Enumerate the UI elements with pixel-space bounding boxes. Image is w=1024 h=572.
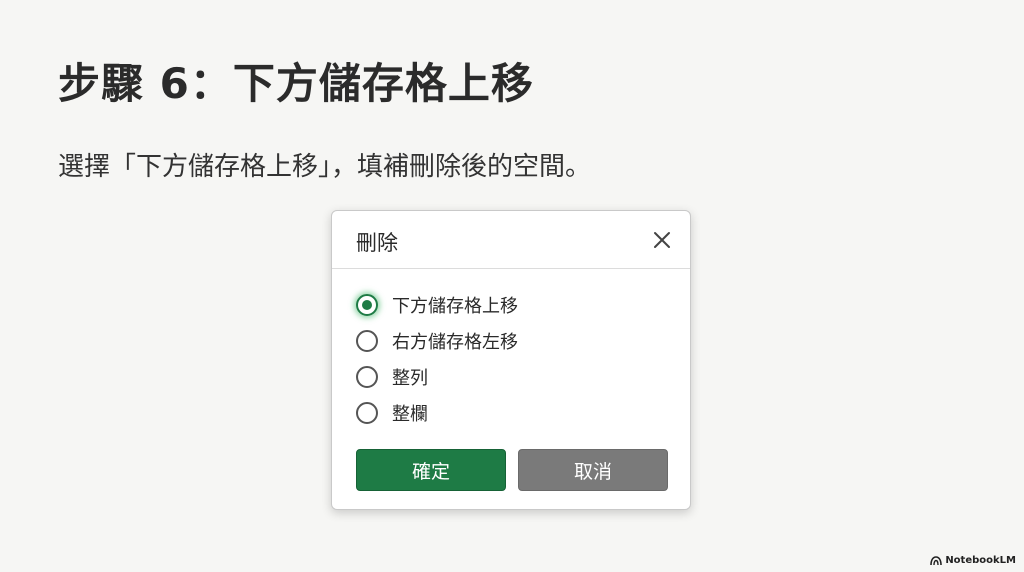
option-label: 下方儲存格上移: [392, 296, 518, 317]
radio-entire-row[interactable]: [356, 366, 378, 388]
cancel-button[interactable]: 取消: [518, 449, 668, 491]
option-label: 右方儲存格左移: [392, 332, 518, 353]
slide-body-text: 選擇「下方儲存格上移」，填補刪除後的空間。: [58, 152, 592, 182]
radio-shift-cells-up[interactable]: [356, 294, 378, 316]
option-shift-cells-left[interactable]: 右方儲存格左移: [356, 323, 518, 359]
option-label: 整欄: [392, 404, 428, 425]
radio-entire-column[interactable]: [356, 402, 378, 424]
delete-dialog: 刪除 下方儲存格上移 右方儲存格左移 整列 整欄 確定 取消: [331, 210, 691, 510]
watermark-text: NotebookLM: [945, 555, 1016, 566]
close-icon[interactable]: [650, 228, 674, 252]
dialog-title: 刪除: [356, 231, 398, 255]
radio-shift-cells-left[interactable]: [356, 330, 378, 352]
option-entire-column[interactable]: 整欄: [356, 395, 518, 431]
option-label: 整列: [392, 368, 428, 389]
option-entire-row[interactable]: 整列: [356, 359, 518, 395]
delete-options-group: 下方儲存格上移 右方儲存格左移 整列 整欄: [356, 287, 518, 431]
dialog-header: 刪除: [332, 211, 690, 269]
notebooklm-watermark: NotebookLM: [930, 555, 1016, 566]
ok-button[interactable]: 確定: [356, 449, 506, 491]
notebooklm-logo-icon: [930, 555, 943, 565]
slide-title: 步驟 6：下方儲存格上移: [58, 59, 534, 108]
option-shift-cells-up[interactable]: 下方儲存格上移: [356, 287, 518, 323]
